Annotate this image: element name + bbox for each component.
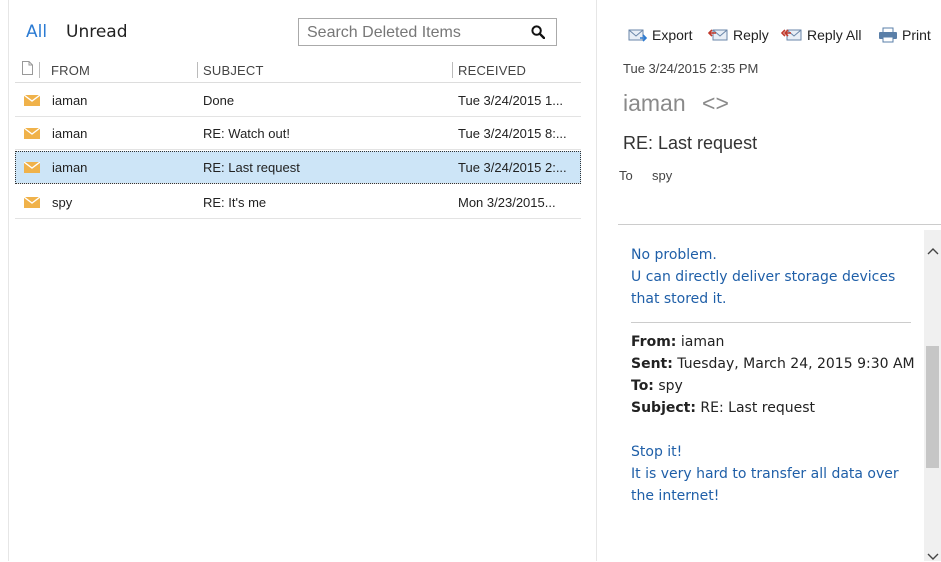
quoted-body-line: Stop it! (631, 444, 683, 460)
column-header-received[interactable]: RECEIVED (458, 63, 526, 78)
message-received: Tue 3/24/2015 8:... (458, 126, 567, 141)
reading-pane-scrollbar[interactable] (924, 230, 941, 561)
envelope-icon (24, 197, 40, 208)
scrollbar-thumb[interactable] (926, 346, 939, 468)
message-date: Tue 3/24/2015 2:35 PM (623, 61, 759, 76)
column-header-subject[interactable]: SUBJECT (203, 63, 264, 78)
reply-label: Reply (733, 27, 769, 43)
message-row[interactable]: iaman Done Tue 3/24/2015 1... (15, 84, 581, 117)
message-received: Tue 3/24/2015 1... (458, 93, 564, 108)
message-subject: RE: Watch out! (203, 126, 290, 141)
to-label: To (619, 168, 633, 183)
envelope-icon (24, 162, 40, 173)
quoted-from-value: iaman (680, 334, 725, 350)
body-line: U can directly deliver storage devices t… (631, 269, 896, 307)
column-separator (452, 62, 453, 78)
message-subject-heading: RE: Last request (623, 133, 758, 153)
search-box[interactable] (298, 18, 557, 46)
reply-button[interactable]: Reply (707, 27, 769, 43)
reply-icon (707, 29, 728, 41)
quoted-subject: Subject: RE: Last request (631, 397, 916, 419)
quoted-sent: Sent: Tuesday, March 24, 2015 9:30 AM (631, 353, 916, 375)
message-row[interactable]: iaman RE: Watch out! Tue 3/24/2015 8:... (15, 117, 581, 150)
column-header-from[interactable]: FROM (51, 63, 90, 78)
export-button[interactable]: Export (628, 27, 692, 43)
search-input[interactable] (305, 22, 519, 44)
document-icon (22, 61, 33, 75)
quoted-subject-label: Subject: (631, 400, 696, 416)
envelope-icon (24, 128, 40, 139)
message-from: iaman (52, 160, 88, 175)
scroll-up-icon[interactable] (927, 246, 939, 256)
message-row[interactable]: spy RE: It's me Mon 3/23/2015... (15, 186, 581, 219)
quoted-sent-label: Sent: (631, 356, 673, 372)
left-pane-border (8, 0, 9, 561)
print-label: Print (902, 27, 931, 43)
quoted-from-label: From: (631, 334, 677, 350)
quoted-to: To: spy (631, 375, 916, 397)
column-separator (197, 62, 198, 78)
column-separator (39, 62, 40, 78)
sender-name[interactable]: iaman (623, 90, 686, 116)
message-subject: RE: Last request (203, 160, 300, 175)
quoted-sent-value: Tuesday, March 24, 2015 9:30 AM (677, 356, 915, 372)
message-from: iaman (52, 126, 88, 141)
sender-address: <> (702, 90, 729, 116)
body-line: No problem. (631, 247, 717, 263)
message-subject: Done (203, 93, 235, 108)
export-label: Export (652, 27, 693, 43)
to-recipient[interactable]: spy (652, 168, 672, 183)
message-list-header: FROM SUBJECT RECEIVED (15, 58, 581, 83)
message-from: iaman (52, 93, 88, 108)
printer-icon (879, 27, 897, 43)
quoted-from: From: iaman (631, 331, 916, 353)
pane-divider[interactable] (596, 0, 597, 561)
message-body: No problem. U can directly deliver stora… (631, 244, 916, 507)
message-received: Tue 3/24/2015 2:... (458, 160, 567, 175)
quoted-to-label: To: (631, 378, 654, 394)
export-icon (628, 29, 648, 42)
message-row-selected[interactable]: iaman RE: Last request Tue 3/24/2015 2:.… (15, 151, 581, 184)
header-divider (618, 224, 941, 225)
search-icon[interactable] (531, 25, 545, 39)
print-button[interactable]: Print (878, 27, 931, 43)
quoted-body-line: It is very hard to transfer all data ove… (631, 466, 899, 504)
message-subject: RE: It's me (203, 195, 267, 210)
message-sender: iaman <> (623, 90, 729, 117)
reply-all-icon (781, 29, 802, 41)
quoted-subject-value: RE: Last request (700, 400, 815, 416)
message-from: spy (52, 195, 73, 210)
filter-all-tab[interactable]: All (26, 22, 47, 42)
filter-unread-tab[interactable]: Unread (66, 22, 128, 42)
quoted-to-value: spy (658, 378, 683, 394)
envelope-icon (24, 95, 40, 106)
message-received: Mon 3/23/2015... (458, 195, 556, 210)
reply-all-button[interactable]: Reply All (781, 27, 861, 43)
quote-divider (631, 322, 911, 323)
reply-all-label: Reply All (807, 27, 862, 43)
